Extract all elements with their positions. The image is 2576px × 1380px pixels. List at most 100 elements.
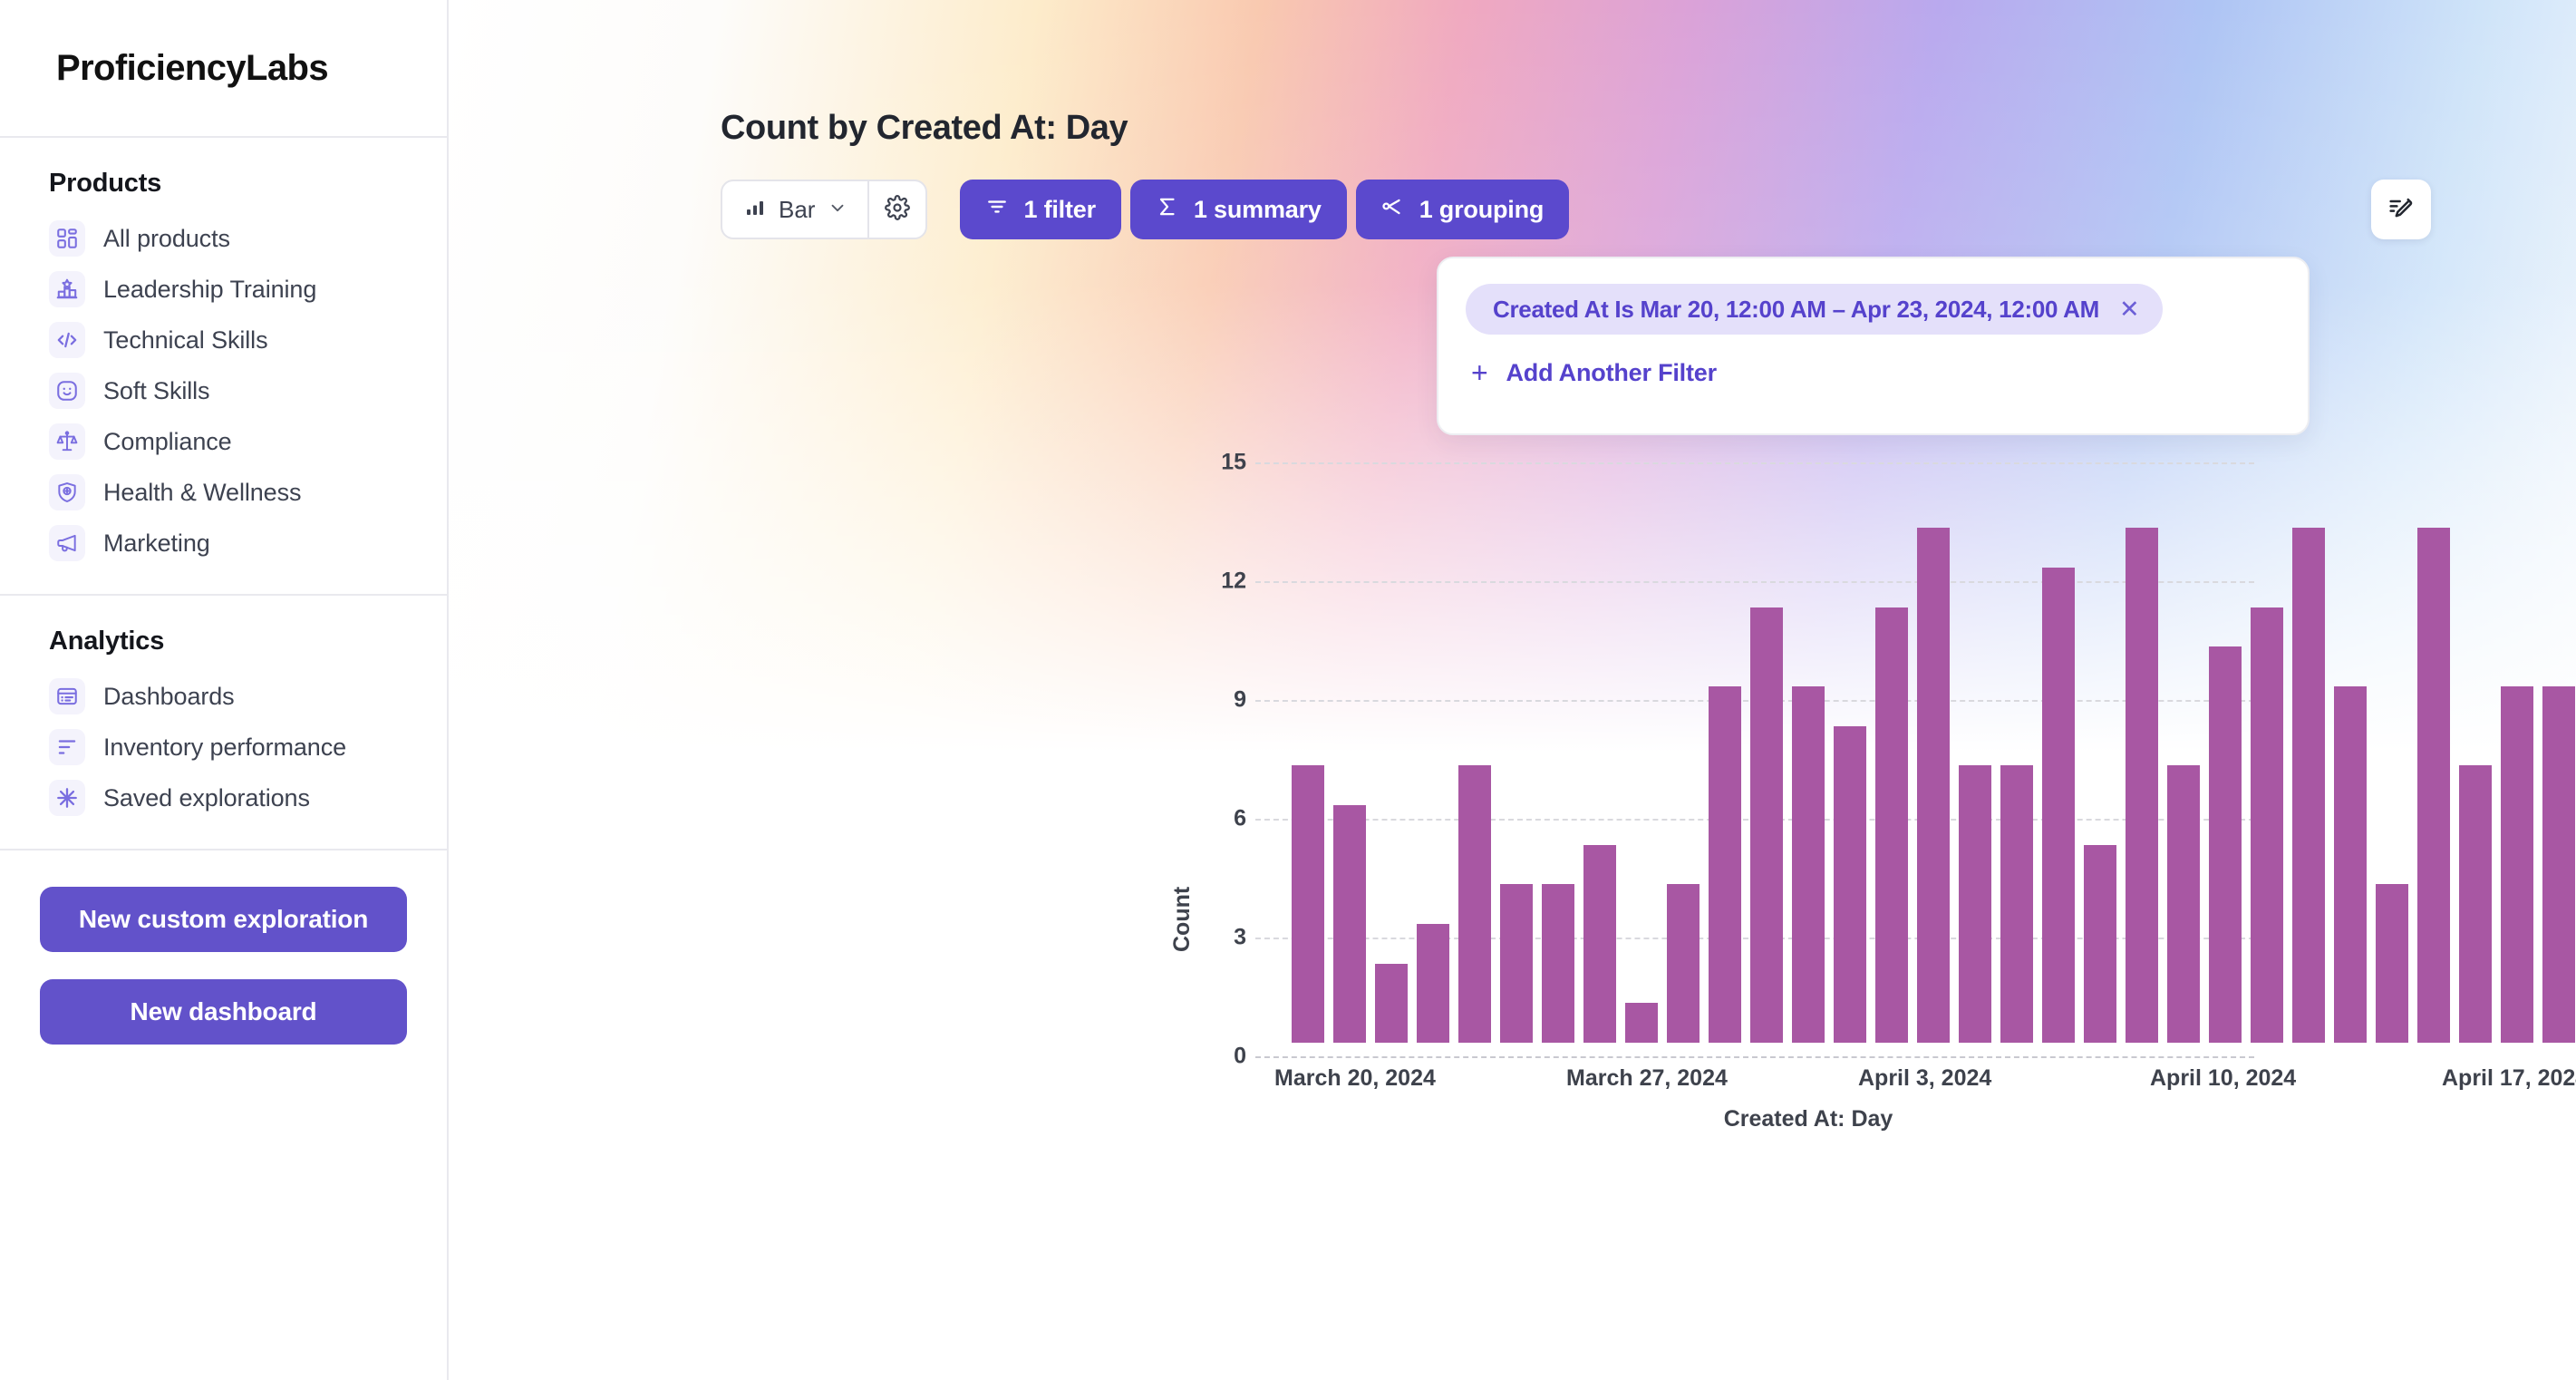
bar[interactable] bbox=[1917, 528, 1950, 1043]
bar[interactable] bbox=[1667, 884, 1700, 1043]
sidebar-item-soft-skills[interactable]: Soft Skills bbox=[0, 365, 447, 416]
sidebar-item-leadership-training[interactable]: Leadership Training bbox=[0, 264, 447, 315]
bar[interactable] bbox=[2334, 686, 2367, 1043]
bar[interactable] bbox=[1750, 607, 1783, 1043]
bar-slot[interactable] bbox=[1454, 765, 1496, 1043]
bar-slot[interactable] bbox=[1662, 884, 1704, 1043]
sidebar-heading-analytics: Analytics bbox=[0, 627, 447, 671]
bar-slot[interactable] bbox=[1287, 765, 1329, 1043]
bar-slot[interactable] bbox=[1913, 528, 1954, 1043]
x-tick-label: March 27, 2024 bbox=[1566, 1065, 1728, 1092]
bar[interactable] bbox=[2209, 646, 2242, 1043]
bar-slot[interactable] bbox=[2455, 765, 2496, 1043]
gear-icon bbox=[885, 195, 910, 225]
podium-icon bbox=[49, 271, 85, 307]
filter-popover: Created At Is Mar 20, 12:00 AM – Apr 23,… bbox=[1437, 257, 2310, 435]
chevron-down-icon bbox=[828, 198, 847, 222]
sidebar-item-all-products[interactable]: All products bbox=[0, 213, 447, 264]
new-custom-exploration-button[interactable]: New custom exploration bbox=[40, 887, 407, 952]
sidebar-item-saved-explorations[interactable]: Saved explorations bbox=[0, 773, 447, 823]
bar[interactable] bbox=[2084, 845, 2116, 1043]
bar[interactable] bbox=[1458, 765, 1491, 1043]
sidebar-item-inventory-performance[interactable]: Inventory performance bbox=[0, 722, 447, 773]
grouping-icon bbox=[1381, 195, 1405, 225]
bar-slot[interactable] bbox=[2329, 686, 2371, 1043]
sidebar-item-technical-skills[interactable]: Technical Skills bbox=[0, 315, 447, 365]
bar[interactable] bbox=[1292, 765, 1324, 1043]
bar[interactable] bbox=[1333, 805, 1366, 1043]
bar[interactable] bbox=[2417, 528, 2450, 1043]
filter-button[interactable]: 1 filter bbox=[960, 180, 1120, 239]
bar-slot[interactable] bbox=[1579, 845, 1621, 1043]
bar[interactable] bbox=[1542, 884, 1574, 1043]
bar[interactable] bbox=[2292, 528, 2325, 1043]
bar[interactable] bbox=[1417, 924, 1449, 1043]
bar[interactable] bbox=[2459, 765, 2492, 1043]
bar-slot[interactable] bbox=[1996, 765, 2038, 1043]
bar[interactable] bbox=[1875, 607, 1908, 1043]
sidebar-item-marketing[interactable]: Marketing bbox=[0, 518, 447, 569]
bar-slot[interactable] bbox=[2204, 646, 2246, 1043]
bar-slot[interactable] bbox=[2288, 528, 2329, 1043]
bar-slot[interactable] bbox=[1496, 884, 1537, 1043]
sidebar-item-health-wellness[interactable]: Health & Wellness bbox=[0, 467, 447, 518]
bar[interactable] bbox=[1500, 884, 1533, 1043]
bar[interactable] bbox=[1959, 765, 1991, 1043]
bar-slot[interactable] bbox=[2371, 884, 2413, 1043]
sidebar-item-dashboards[interactable]: Dashboards bbox=[0, 671, 447, 722]
bar-slot[interactable] bbox=[1704, 686, 1746, 1043]
bar[interactable] bbox=[1792, 686, 1825, 1043]
bar-slot[interactable] bbox=[1329, 805, 1370, 1043]
bar[interactable] bbox=[2042, 568, 2075, 1043]
visualization-type-selector[interactable]: Bar bbox=[722, 181, 867, 238]
sidebar-item-compliance[interactable]: Compliance bbox=[0, 416, 447, 467]
smiley-icon bbox=[49, 373, 85, 409]
close-icon[interactable]: ✕ bbox=[2119, 297, 2139, 322]
bar[interactable] bbox=[1625, 1003, 1658, 1043]
bar[interactable] bbox=[2000, 765, 2033, 1043]
bar[interactable] bbox=[2126, 528, 2158, 1043]
bar-slot[interactable] bbox=[1412, 924, 1454, 1043]
bar[interactable] bbox=[2251, 607, 2283, 1043]
grouping-button[interactable]: 1 grouping bbox=[1356, 180, 1569, 239]
summary-button[interactable]: 1 summary bbox=[1130, 180, 1347, 239]
bar-slot[interactable] bbox=[2121, 528, 2163, 1043]
add-another-filter-button[interactable]: + Add Another Filter bbox=[1466, 358, 1717, 387]
bar[interactable] bbox=[2167, 765, 2200, 1043]
bar-slot[interactable] bbox=[1787, 686, 1829, 1043]
sidebar-item-label: Soft Skills bbox=[103, 377, 209, 405]
asterisk-icon bbox=[49, 780, 85, 816]
bar-slot[interactable] bbox=[1954, 765, 1996, 1043]
main-content: Count by Created At: Day Bar bbox=[449, 0, 2576, 1380]
bar-slot[interactable] bbox=[2538, 686, 2576, 1043]
visualization-settings-button[interactable] bbox=[869, 181, 925, 238]
bar-slot[interactable] bbox=[1871, 607, 1913, 1043]
bar-slot[interactable] bbox=[2079, 845, 2121, 1043]
bar-slot[interactable] bbox=[2038, 568, 2079, 1043]
bar-slot[interactable] bbox=[1621, 1003, 1662, 1043]
bar-slot[interactable] bbox=[2496, 686, 2538, 1043]
bar-slot[interactable] bbox=[2413, 528, 2455, 1043]
bar-slot[interactable] bbox=[1370, 964, 1412, 1043]
bar-slot[interactable] bbox=[1829, 726, 1871, 1043]
bar-chart-icon bbox=[744, 197, 766, 223]
filter-chip-label: Created At Is Mar 20, 12:00 AM – Apr 23,… bbox=[1493, 296, 2099, 324]
bar-slot[interactable] bbox=[1746, 607, 1787, 1043]
bar[interactable] bbox=[1583, 845, 1616, 1043]
bar[interactable] bbox=[2542, 686, 2575, 1043]
bar[interactable] bbox=[1709, 686, 1741, 1043]
bar-slot[interactable] bbox=[1537, 884, 1579, 1043]
bar-slot[interactable] bbox=[2246, 607, 2288, 1043]
sidebar-item-label: Leadership Training bbox=[103, 276, 316, 304]
bar-slot[interactable] bbox=[2163, 765, 2204, 1043]
x-tick-label: April 10, 2024 bbox=[2150, 1065, 2296, 1092]
bar[interactable] bbox=[1834, 726, 1866, 1043]
new-dashboard-button[interactable]: New dashboard bbox=[40, 979, 407, 1045]
edit-visualization-button[interactable] bbox=[2371, 180, 2431, 239]
bar[interactable] bbox=[2501, 686, 2533, 1043]
sidebar: ProficiencyLabs Products All products bbox=[0, 0, 449, 1380]
sidebar-actions: New custom exploration New dashboard bbox=[0, 850, 447, 1045]
filter-chip[interactable]: Created At Is Mar 20, 12:00 AM – Apr 23,… bbox=[1466, 284, 2163, 335]
bar[interactable] bbox=[2376, 884, 2408, 1043]
bar[interactable] bbox=[1375, 964, 1408, 1043]
